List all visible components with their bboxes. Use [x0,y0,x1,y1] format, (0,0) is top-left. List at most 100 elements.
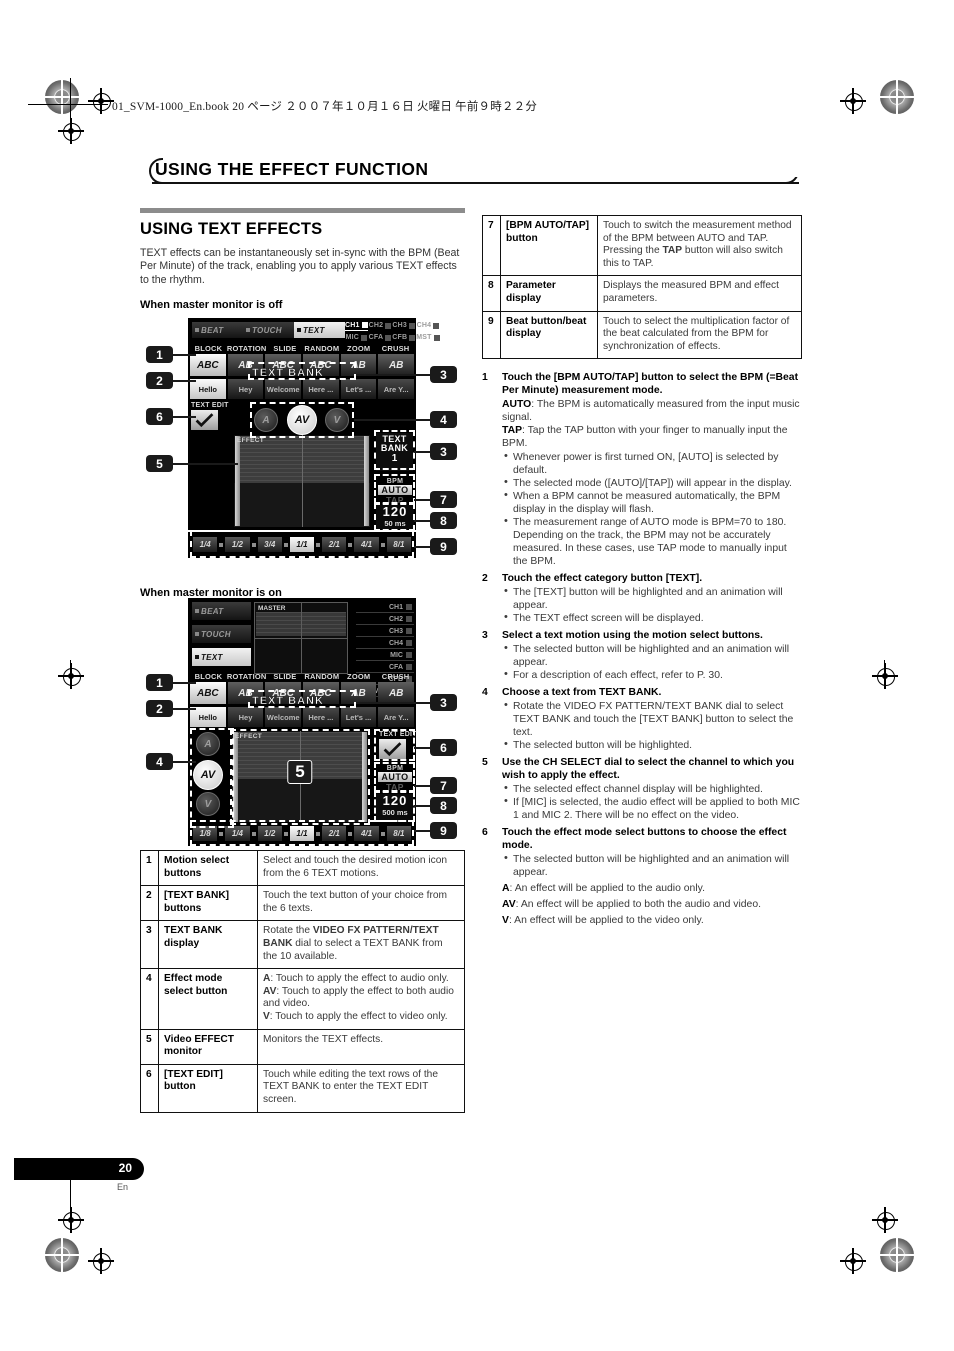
callout-lead-3-d2 [356,702,432,704]
motion-label-crush-2: CRUSH [381,672,410,681]
callout-lead-2-d1 [172,380,196,382]
bullet: The measurement range of AUTO mode is BP… [502,515,802,568]
step-number: 1 [482,372,488,384]
text-edit-check-icon-1[interactable] [191,410,218,430]
text-bank-button-3[interactable]: Welcome [265,379,301,399]
motion-button-crush[interactable]: AB [378,354,414,376]
fx-category-text-2[interactable]: TEXT [192,648,251,666]
row-number: 3 [140,920,159,970]
text-bank-buttons-2[interactable]: Hello Hey Welcome Here ... Let's ... Are… [190,707,414,727]
channel-ch4[interactable]: CH4 [416,320,440,331]
table-row: 2 [TEXT BANK] buttons Touch the text but… [140,885,465,922]
callout-lead-7-d1 [414,499,432,501]
callout-6-d1: 6 [146,408,173,425]
page-number: 20 [118,1161,132,1175]
step-para: V: An effect will be applied to the vide… [502,915,704,927]
text-bank-button-1[interactable]: Hello [190,379,226,399]
text-bank-button-5-2[interactable]: Let's ... [340,707,377,727]
crop-mark-br2 [872,1207,898,1233]
text-edit-button-1[interactable]: TEXT EDIT [191,402,229,430]
row-term: [TEXT BANK] buttons [158,885,258,922]
row-number: 2 [140,885,159,922]
channel-ch3[interactable]: CH3 [392,320,416,331]
crop-line-2 [28,104,108,106]
effect-monitor-edge-right-1 [364,436,369,526]
table-row: 7 [BPM AUTO/TAP] button Touch to switch … [482,214,802,277]
callout-3a-d1: 3 [430,366,457,383]
fx-category-text-1[interactable]: TEXT [294,322,345,338]
highlight-monitor-2 [230,729,370,825]
text-bank-button-4-2[interactable]: Here ... [303,707,339,727]
row-desc: A: Touch to apply the effect to audio on… [257,968,465,1030]
step-para: AUTO: The BPM is automatically measured … [502,399,800,424]
step-number: 6 [482,827,488,839]
callout-4-d2: 4 [146,753,173,770]
bullet: The selected button will be highlighted … [502,852,802,879]
motion-label-rotation: ROTATION [226,344,267,353]
subheading-monitor-off: When master monitor is off [140,299,283,312]
effect-monitor-edge-left-1 [235,436,240,526]
motion-button-block-2[interactable]: ABC [190,682,226,704]
registration-mark-bottom-left [45,1238,79,1272]
channel-mic[interactable]: MIC [345,332,368,343]
master-monitor-midline-2 [255,638,347,639]
channel-col-ch1[interactable]: CH1 [356,602,414,613]
step-bullets: Whenever power is first turned ON, [AUTO… [502,450,802,568]
crop-mark-tl [88,88,114,114]
motion-button-crush-2[interactable]: AB [378,682,414,704]
text-bank-button-2[interactable]: Hey [227,379,264,399]
channel-col-ch4[interactable]: CH4 [356,638,414,649]
text-bank-buttons-1[interactable]: Hello Hey Welcome Here ... Let's ... Are… [190,379,414,399]
text-bank-button-6-2[interactable]: Are Y... [378,707,414,727]
callout-lead-2-d2 [172,708,196,710]
text-bank-button-3-2[interactable]: Welcome [265,707,301,727]
step-5: 5 Use the CH SELECT dial to select the c… [482,756,802,822]
channel-cfb[interactable]: CFB [392,332,416,343]
fx-category-touch-2[interactable]: TOUCH [192,625,251,643]
procedure-steps: 1 Touch the [BPM AUTO/TAP] button to sel… [482,371,802,927]
text-bank-button-5[interactable]: Let's ... [340,379,377,399]
step-title: Touch the [BPM AUTO/TAP] button to selec… [502,372,799,397]
fx-category-touch-1[interactable]: TOUCH [243,322,294,338]
motion-label-block: BLOCK [194,344,223,353]
bullet: The selected effect channel display will… [502,782,802,796]
highlight-parameter-2 [374,791,415,822]
step-number: 3 [482,630,488,642]
channel-mst[interactable]: MST [416,332,440,343]
row-number: 5 [140,1028,159,1065]
registration-mark-top-right [880,80,914,114]
row-desc: Touch to select the multiplication facto… [597,310,802,360]
callout-3b-d1: 3 [430,443,457,460]
highlight-beats-2 [190,820,414,846]
motion-button-block[interactable]: ABC [190,354,226,376]
right-column: 7 [BPM AUTO/TAP] button Touch to switch … [482,214,802,931]
row-desc: Rotate the VIDEO FX PATTERN/TEXT BANK di… [257,920,465,970]
fx-category-beat-2[interactable]: BEAT [192,602,251,620]
callout-lead-3a-d1 [356,374,432,376]
channel-col-ch3[interactable]: CH3 [356,626,414,637]
channel-ch1[interactable]: CH1 [345,320,368,331]
registration-mark-top-left [45,80,79,114]
motion-label-zoom: ZOOM [347,344,371,353]
step-title: Use the CH SELECT dial to select the cha… [502,757,795,782]
fx-category-beat-1[interactable]: BEAT [192,322,243,338]
channel-ch2[interactable]: CH2 [369,320,392,331]
text-bank-button-1-2[interactable]: Hello [190,707,226,727]
bullet: If [MIC] is selected, the audio effect w… [502,795,802,822]
callout-lead-5-d1 [172,463,238,465]
step-number: 2 [482,573,488,585]
motion-label-random: RANDOM [304,344,340,353]
text-bank-button-4[interactable]: Here ... [303,379,339,399]
callout-1-d2: 1 [146,674,173,691]
master-monitor-label-2: MASTER [258,605,286,612]
callout-lead-6-d1 [172,416,196,418]
callout-lead-8-d2 [414,805,432,807]
channel-cfa[interactable]: CFA [369,332,392,343]
row-desc: Displays the measured BPM and effect par… [597,275,802,312]
text-bank-button-2-2[interactable]: Hey [227,707,264,727]
channel-col-mic[interactable]: MIC [356,650,414,661]
channel-col-ch2[interactable]: CH2 [356,614,414,625]
crop-line-5 [884,660,886,672]
motion-labels-1: BLOCK ROTATION SLIDE RANDOM ZOOM CRUSH [190,344,414,353]
text-bank-button-6[interactable]: Are Y... [378,379,414,399]
